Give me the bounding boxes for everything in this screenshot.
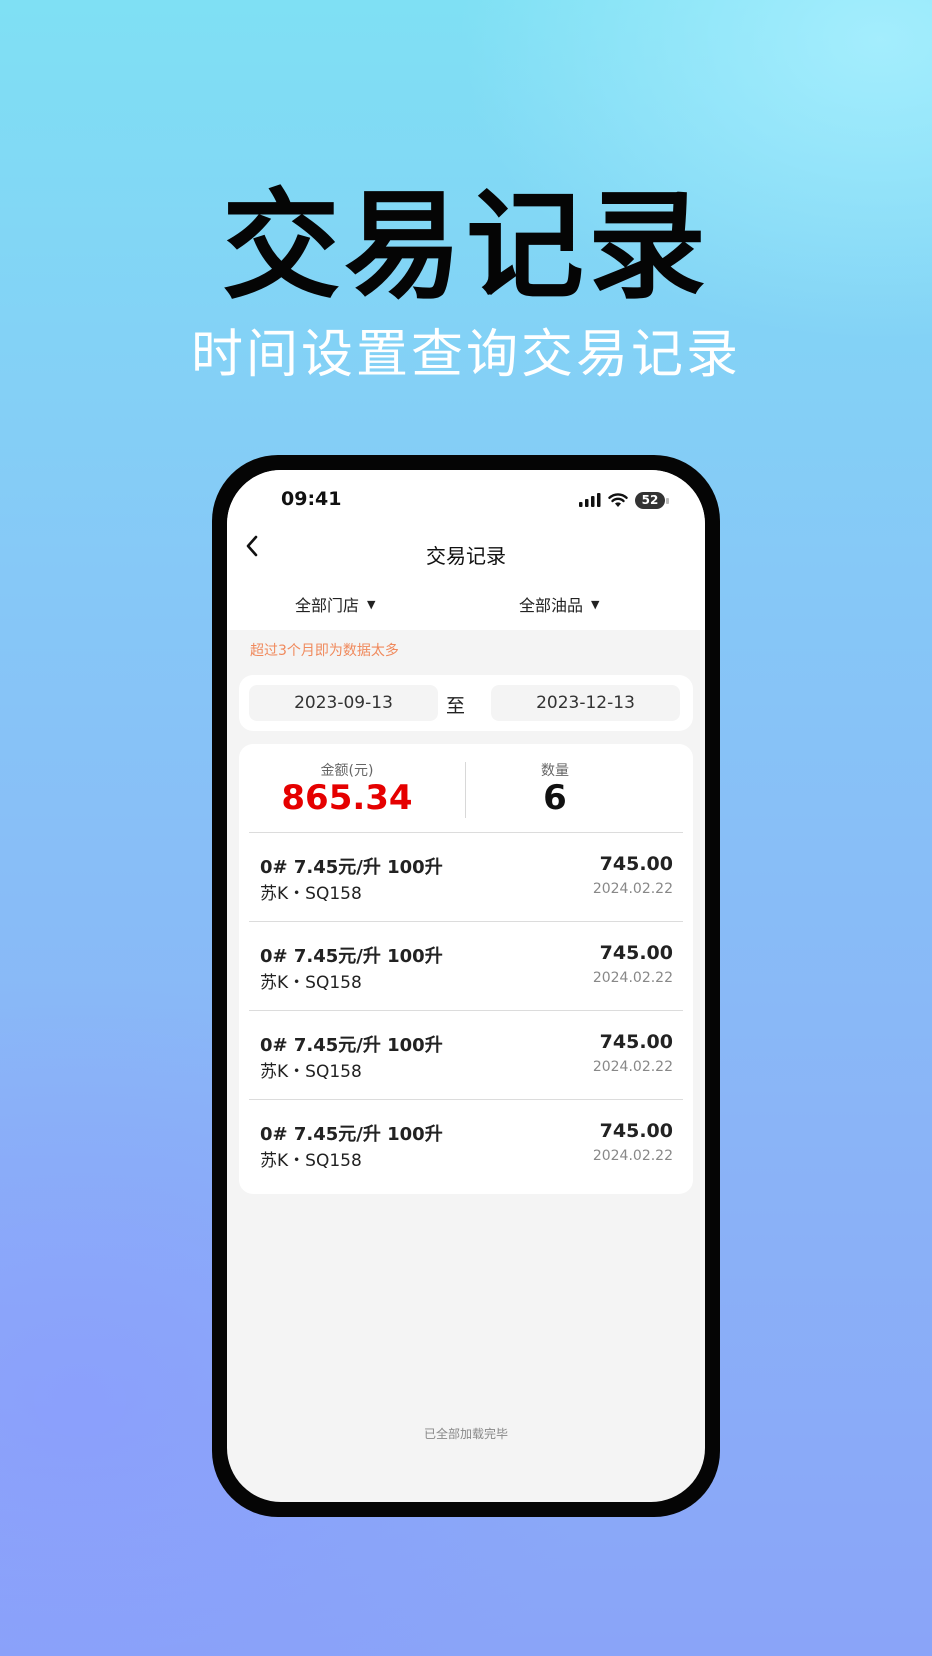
oil-filter-label: 全部油品 (519, 596, 584, 615)
transaction-date: 2024.02.22 (592, 970, 673, 986)
oil-filter-dropdown[interactable]: 全部油品 ▼ (519, 592, 599, 616)
summary-divider (465, 762, 466, 818)
transaction-amount: 745.00 (599, 853, 673, 875)
store-filter-label: 全部门店 (295, 596, 360, 615)
phone-screen: 09:41 52 交易记录 全部门店 ▼ 全部油品 ▼ 超过3个月即为数据太多 … (227, 470, 705, 1502)
transaction-spec: 0# 7.45元/升 100升 (260, 1124, 443, 1145)
transaction-spec: 0# 7.45元/升 100升 (260, 946, 443, 967)
transaction-row[interactable]: 0# 7.45元/升 100升 苏K・SQ158 745.00 2024.02.… (239, 1011, 693, 1100)
transaction-plate: 苏K・SQ158 (260, 1151, 362, 1171)
load-complete-text: 已全部加载完毕 (423, 1427, 508, 1441)
start-date-field[interactable]: 2023-09-13 (249, 685, 438, 721)
caret-down-icon: ▼ (367, 597, 376, 611)
transaction-date: 2024.02.22 (592, 1059, 673, 1075)
count-label: 数量 (541, 763, 569, 779)
transaction-row[interactable]: 0# 7.45元/升 100升 苏K・SQ158 745.00 2024.02.… (239, 833, 693, 922)
transaction-date: 2024.02.22 (592, 881, 673, 897)
transaction-row[interactable]: 0# 7.45元/升 100升 苏K・SQ158 745.00 2024.02.… (239, 922, 693, 1011)
transaction-spec: 0# 7.45元/升 100升 (260, 1035, 443, 1056)
notice-text: 超过3个月即为数据太多 (250, 643, 399, 659)
transaction-spec: 0# 7.45元/升 100升 (260, 857, 443, 878)
store-filter-dropdown[interactable]: 全部门店 ▼ (295, 592, 375, 616)
amount-label: 金额(元) (320, 763, 374, 779)
transaction-plate: 苏K・SQ158 (260, 973, 362, 993)
hero-subtitle: 时间设置查询交易记录 (190, 325, 741, 385)
date-separator: 至 (446, 695, 466, 717)
status-time: 09:41 (281, 488, 342, 510)
signal-icon (579, 493, 601, 507)
wifi-icon (608, 492, 628, 507)
transaction-list-card: 金额(元) 865.34 数量 6 0# 7.45元/升 100升 苏K・SQ1… (239, 744, 693, 1194)
transaction-date: 2024.02.22 (592, 1148, 673, 1164)
end-date-field[interactable]: 2023-12-13 (491, 685, 680, 721)
transaction-amount: 745.00 (599, 942, 673, 964)
date-range-card: 2023-09-13 至 2023-12-13 (239, 675, 693, 731)
page-title: 交易记录 (426, 544, 506, 568)
total-amount: 865.34 (281, 778, 413, 818)
transaction-amount: 745.00 (599, 1031, 673, 1053)
status-icons: 52 (579, 490, 669, 510)
transaction-amount: 745.00 (599, 1120, 673, 1142)
transaction-row[interactable]: 0# 7.45元/升 100升 苏K・SQ158 745.00 2024.02.… (239, 1100, 693, 1189)
transaction-plate: 苏K・SQ158 (260, 1062, 362, 1082)
total-count: 6 (543, 778, 567, 818)
battery-icon: 52 (635, 491, 669, 509)
transaction-plate: 苏K・SQ158 (260, 884, 362, 904)
caret-down-icon: ▼ (591, 597, 600, 611)
hero-title: 交易记录 (221, 177, 710, 315)
